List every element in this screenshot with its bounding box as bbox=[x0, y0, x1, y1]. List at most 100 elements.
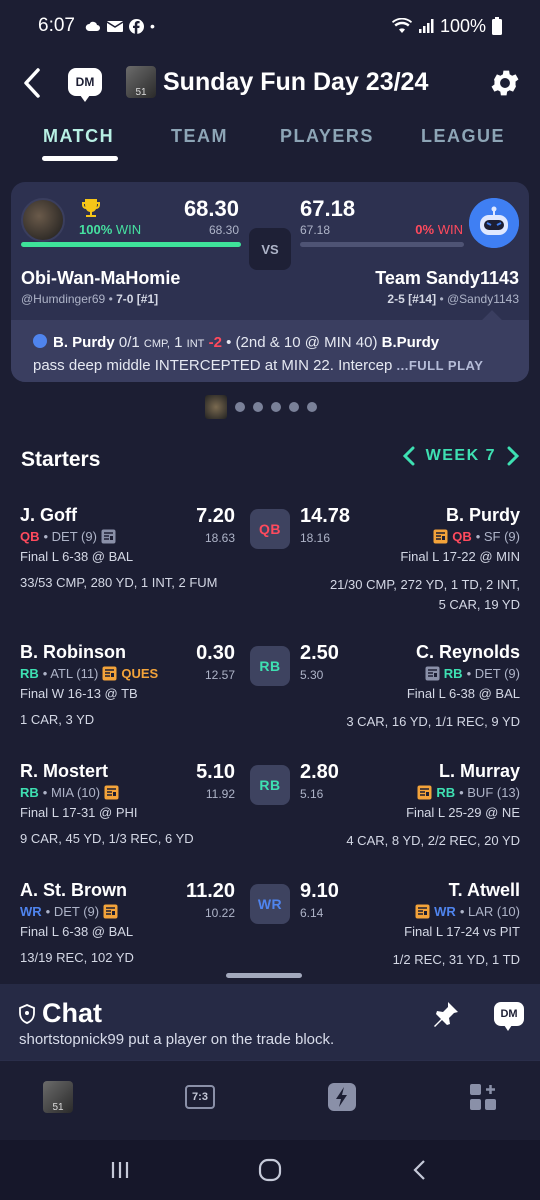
right-points: 14.78 bbox=[300, 505, 351, 527]
chevron-right-icon[interactable] bbox=[506, 446, 520, 466]
tab-match[interactable]: MATCH bbox=[43, 126, 114, 147]
right-team: • DET (9) bbox=[466, 666, 520, 681]
news-icon[interactable] bbox=[102, 666, 117, 681]
starter-row[interactable]: B. Robinson RB • ATL (11) QUES Final W 16-13… bbox=[0, 642, 540, 752]
right-win-bar bbox=[300, 242, 464, 247]
shield-icon bbox=[19, 1004, 35, 1024]
right-position: RB bbox=[443, 666, 463, 681]
right-player-meta: WR • LAR (10) bbox=[415, 904, 520, 919]
cloud-icon bbox=[85, 21, 100, 31]
pager-dot[interactable] bbox=[235, 402, 245, 412]
full-play-link[interactable]: ...FULL PLAY bbox=[396, 358, 483, 373]
right-player-name[interactable]: T. Atwell bbox=[449, 880, 520, 901]
bottom-nav: 51 7:3 bbox=[0, 1060, 540, 1136]
right-player-name[interactable]: B. Purdy bbox=[446, 505, 520, 526]
news-icon[interactable] bbox=[415, 904, 430, 919]
home-icon[interactable] bbox=[255, 1156, 285, 1184]
chat-last-message[interactable]: shortstopnick99 put a player on the trad… bbox=[19, 1031, 334, 1048]
left-position: WR bbox=[20, 904, 42, 919]
nav-league-home[interactable]: 51 bbox=[42, 1081, 74, 1113]
league-avatar[interactable]: 51 bbox=[126, 66, 156, 98]
pager-dot[interactable] bbox=[289, 402, 299, 412]
left-team-name[interactable]: Obi-Wan-MaHomie bbox=[21, 268, 180, 289]
pin-icon[interactable] bbox=[430, 1000, 460, 1030]
right-stat-line: 3 CAR, 16 YD, 1/1 REC, 9 YD bbox=[346, 714, 520, 729]
recent-apps-icon[interactable] bbox=[105, 1156, 135, 1184]
left-win-bar bbox=[21, 242, 241, 247]
left-player-name[interactable]: A. St. Brown bbox=[20, 880, 127, 901]
left-player-meta: RB • MIA (10) bbox=[20, 785, 119, 800]
left-position: QB bbox=[20, 529, 40, 544]
left-team: • DET (9) bbox=[45, 904, 100, 919]
left-game-result: Final W 16-13 @ TB bbox=[20, 686, 138, 701]
left-game-result: Final L 6-38 @ BAL bbox=[20, 549, 134, 564]
back-arrow-icon[interactable] bbox=[18, 66, 48, 100]
matchup-card[interactable]: 100% WIN 68.30 68.30 VS 67.18 67.18 0% W… bbox=[11, 182, 529, 382]
facebook-icon bbox=[128, 18, 144, 34]
week-label[interactable]: WEEK 7 bbox=[426, 447, 496, 465]
dm-button[interactable]: DM bbox=[68, 68, 102, 102]
left-projected: 68.30 bbox=[208, 223, 239, 237]
pager-thumb-active[interactable] bbox=[205, 395, 227, 419]
injury-status: QUES bbox=[121, 666, 159, 681]
right-stat-line: 1/2 REC, 31 YD, 1 TD bbox=[392, 952, 520, 967]
system-back-icon[interactable] bbox=[405, 1156, 435, 1184]
nav-more[interactable] bbox=[467, 1081, 499, 1113]
status-bar: 6:07 • 100% bbox=[0, 0, 540, 52]
right-projection: 5.30 bbox=[300, 668, 324, 682]
pager-dot[interactable] bbox=[253, 402, 263, 412]
latest-play-text[interactable]: B. Purdy 0/1 CMP, 1 INT -2 • (2nd & 10 @… bbox=[33, 332, 519, 376]
starter-row[interactable]: R. Mostert RB • MIA (10) Final L 17-31 @ PH… bbox=[0, 761, 540, 871]
left-points: 7.20 bbox=[196, 505, 235, 527]
grid-plus-icon bbox=[470, 1084, 496, 1110]
right-points: 9.10 bbox=[300, 880, 339, 902]
pager-dot[interactable] bbox=[307, 402, 317, 412]
news-icon[interactable] bbox=[417, 785, 432, 800]
play-team-icon bbox=[33, 334, 47, 348]
slot-position-badge: WR bbox=[250, 884, 290, 924]
left-player-name[interactable]: J. Goff bbox=[20, 505, 77, 526]
scroll-handle[interactable] bbox=[226, 973, 302, 978]
news-icon[interactable] bbox=[104, 785, 119, 800]
right-points: 2.80 bbox=[300, 761, 339, 783]
trophy-icon bbox=[82, 199, 100, 217]
left-stat-line: 9 CAR, 45 YD, 1/3 REC, 6 YD bbox=[20, 831, 194, 846]
left-projection: 12.57 bbox=[204, 668, 235, 682]
starter-row[interactable]: J. Goff QB • DET (9) Final L 6-38 @ BAL 33/5… bbox=[0, 505, 540, 615]
chevron-left-icon[interactable] bbox=[402, 446, 416, 466]
news-icon[interactable] bbox=[433, 529, 448, 544]
tab-players[interactable]: PLAYERS bbox=[280, 126, 374, 147]
status-time: 6:07 bbox=[38, 15, 75, 36]
right-player-name[interactable]: C. Reynolds bbox=[416, 642, 520, 663]
left-player-meta: QB • DET (9) bbox=[20, 529, 116, 544]
battery-percent: 100% bbox=[439, 15, 486, 36]
left-points: 0.30 bbox=[196, 642, 235, 664]
left-player-name[interactable]: B. Robinson bbox=[20, 642, 126, 663]
left-team-meta: @Humdinger69 • 7-0 [#1] bbox=[21, 292, 159, 306]
nav-scores[interactable]: 7:3 bbox=[184, 1081, 216, 1113]
news-icon[interactable] bbox=[103, 904, 118, 919]
battery-icon bbox=[492, 17, 502, 35]
chat-dm-button[interactable]: DM bbox=[494, 1002, 524, 1031]
league-title: Sunday Fun Day 23/24 bbox=[163, 68, 429, 96]
left-player-name[interactable]: R. Mostert bbox=[20, 761, 108, 782]
left-team-avatar[interactable] bbox=[21, 198, 65, 242]
gear-icon[interactable] bbox=[488, 66, 522, 100]
nav-activity[interactable] bbox=[326, 1081, 358, 1113]
news-icon[interactable] bbox=[101, 529, 116, 544]
news-icon[interactable] bbox=[425, 666, 440, 681]
pager-dot[interactable] bbox=[271, 402, 281, 412]
left-team: • ATL (11) bbox=[42, 666, 99, 681]
left-win-bar-fill bbox=[21, 242, 241, 247]
right-player-name[interactable]: L. Murray bbox=[439, 761, 520, 782]
tab-team[interactable]: TEAM bbox=[171, 126, 228, 147]
right-projected: 67.18 bbox=[300, 223, 331, 237]
starters-heading: Starters bbox=[21, 448, 101, 471]
tab-league[interactable]: LEAGUE bbox=[421, 126, 505, 147]
robot-avatar-icon[interactable] bbox=[469, 198, 519, 248]
left-projection: 18.63 bbox=[204, 531, 235, 545]
right-team-name[interactable]: Team Sandy1143 bbox=[375, 268, 519, 289]
right-projection: 6.14 bbox=[300, 906, 324, 920]
chat-panel[interactable]: Chat shortstopnick99 put a player on the… bbox=[0, 984, 540, 1060]
left-points: 11.20 bbox=[186, 880, 235, 902]
